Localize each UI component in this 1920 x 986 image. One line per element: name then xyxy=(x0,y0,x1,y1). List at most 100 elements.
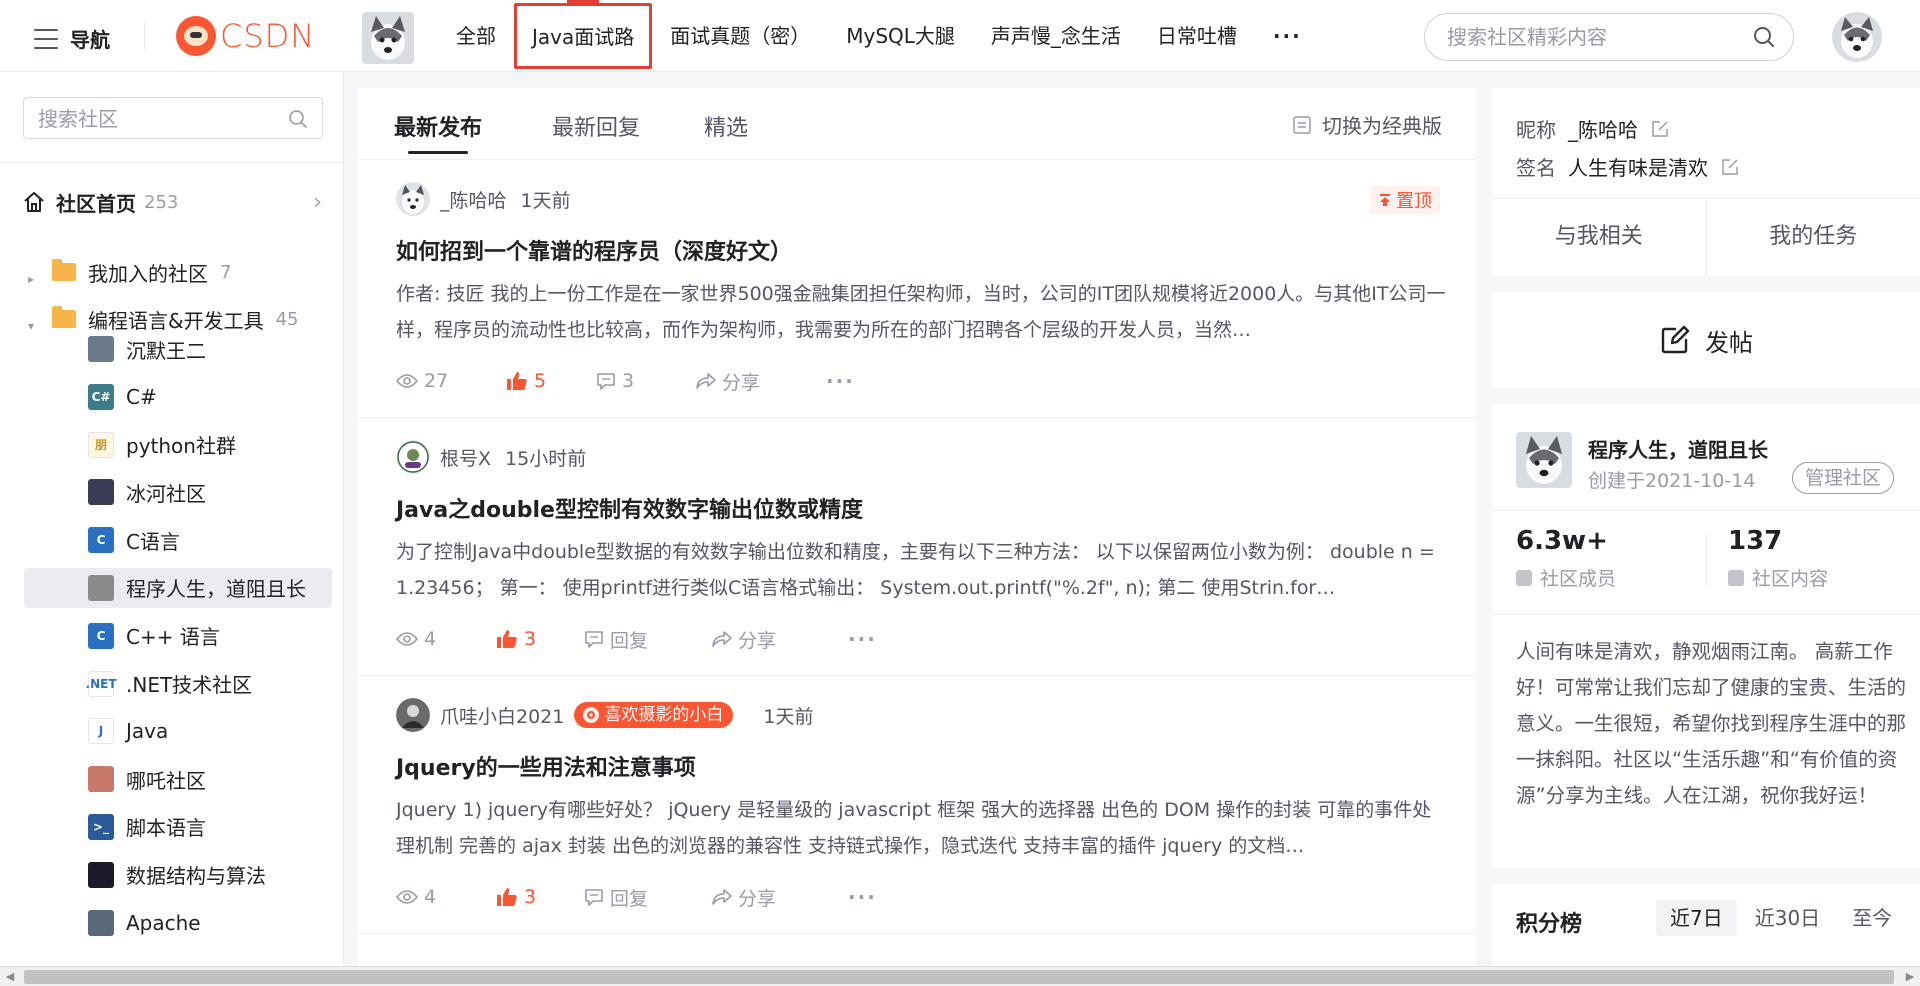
tab-my-tasks[interactable]: 我的任务 xyxy=(1705,199,1920,276)
nickname-value: _陈哈哈 xyxy=(1568,118,1638,142)
sidebar-community-item[interactable]: Apache xyxy=(24,903,332,943)
like-button[interactable]: 3 xyxy=(496,628,584,650)
new-post-button[interactable]: 发帖 xyxy=(1492,292,1920,388)
tab-featured[interactable]: 精选 xyxy=(704,110,748,142)
share-label: 分享 xyxy=(722,371,761,394)
sidebar-community-item[interactable]: J Java xyxy=(24,711,332,751)
nav-toggle[interactable]: 导航 xyxy=(34,24,110,53)
post-title[interactable]: Java之double型控制有效数字输出位数或精度 xyxy=(396,492,863,524)
sidebar-search[interactable] xyxy=(23,97,323,139)
share-button[interactable]: 分享 xyxy=(712,884,848,911)
sidebar-community-item[interactable]: C C++ 语言 xyxy=(24,616,332,656)
post-excerpt[interactable]: 作者: 技匠 我的上一份工作是在一家世界500强金融集团担任架构师，当时，公司的… xyxy=(396,276,1446,348)
sidebar-community-item[interactable]: 哪吒社区 xyxy=(24,759,332,799)
share-button[interactable]: 分享 xyxy=(696,368,826,395)
top-tab[interactable]: Java面试路 xyxy=(514,0,653,69)
community-avatar[interactable] xyxy=(362,12,414,64)
sidebar-search-input[interactable] xyxy=(38,106,278,132)
post-item[interactable]: 根号X 15小时前 Java之double型控制有效数字输出位数或精度 为了控制… xyxy=(358,418,1476,676)
share-icon xyxy=(712,631,732,647)
sidebar-group-count: 7 xyxy=(220,261,232,283)
post-actions: 4 3 回复 分享 ··· xyxy=(396,624,877,654)
folder-icon xyxy=(1728,569,1744,586)
comment-button[interactable]: 3 xyxy=(596,370,696,392)
scroll-left-icon[interactable]: ◀ xyxy=(0,968,20,986)
sidebar-community-item[interactable]: C# C# xyxy=(24,377,332,417)
sidebar-community-label: 哪吒社区 xyxy=(126,768,206,793)
post-excerpt[interactable]: Jquery 1) jquery有哪些好处？ jQuery 是轻量级的 java… xyxy=(396,792,1446,864)
like-button[interactable]: 3 xyxy=(496,886,584,908)
sidebar-community-item[interactable]: 冰河社区 xyxy=(24,472,332,512)
tab-related-to-me[interactable]: 与我相关 xyxy=(1492,199,1706,276)
post-item[interactable]: 爪哇小白2021 喜欢摄影的小白 1天前 Jquery的一些用法和注意事项 Jq… xyxy=(358,676,1476,934)
sidebar-item-home[interactable]: 社区首页 253 › xyxy=(22,182,322,222)
thumbs-up-icon xyxy=(497,630,517,648)
tab-all-time[interactable]: 至今 xyxy=(1838,900,1906,936)
post-title[interactable]: 如何招到一个靠谱的程序员（深度好文） xyxy=(396,234,792,266)
edit-icon[interactable] xyxy=(1720,157,1740,177)
search-icon[interactable] xyxy=(288,109,308,129)
tab-30-days[interactable]: 近30日 xyxy=(1741,900,1834,936)
manage-community-button[interactable]: 管理社区 xyxy=(1792,462,1895,494)
author-avatar[interactable] xyxy=(396,698,430,732)
scrollbar-thumb[interactable] xyxy=(24,970,1894,984)
top-tab[interactable]: MySQL大腿 xyxy=(828,0,973,72)
sidebar-community-item[interactable]: 程序人生，道阻且长 xyxy=(24,567,332,608)
user-avatar[interactable] xyxy=(1832,12,1882,62)
search-icon[interactable] xyxy=(1753,26,1775,48)
sidebar-group-joined[interactable]: ▸ 我加入的社区 7 xyxy=(28,252,328,292)
author-name[interactable]: 爪哇小白2021 xyxy=(440,702,564,729)
horizontal-scrollbar[interactable]: ◀ ▶ xyxy=(0,966,1920,986)
sidebar-community-item[interactable]: 数据结构与算法 xyxy=(24,855,332,895)
more-options-icon[interactable]: ··· xyxy=(848,885,877,909)
home-icon xyxy=(24,192,44,212)
folder-icon xyxy=(52,259,76,281)
thumbs-up-icon xyxy=(507,372,527,390)
chevron-right-icon: › xyxy=(313,189,322,215)
sidebar-community-item[interactable]: 朋 python社群 xyxy=(24,425,332,465)
community-created-date: 创建于2021-10-14 xyxy=(1588,470,1756,492)
sidebar-community-label: C语言 xyxy=(126,529,180,554)
sidebar-community-item[interactable]: 沉默王二 xyxy=(24,329,332,369)
author-avatar[interactable] xyxy=(396,440,430,474)
search-input[interactable] xyxy=(1447,24,1737,50)
csdn-logo[interactable]: CSDN xyxy=(176,16,315,56)
tab-latest[interactable]: 最新发布 xyxy=(394,110,482,154)
reply-label: 回复 xyxy=(610,629,649,652)
top-tab[interactable]: 声声慢_念生活 xyxy=(973,0,1139,72)
post-excerpt[interactable]: 为了控制Java中double型数据的有效数字输出位数和精度，主要有以下三种方法… xyxy=(396,534,1446,606)
edit-icon[interactable] xyxy=(1650,119,1670,139)
community-logo-icon: C# xyxy=(88,383,114,410)
community-logo-icon xyxy=(88,479,114,506)
member-count: 6.3w+ xyxy=(1516,526,1608,556)
signature-value: 人生有味是清欢 xyxy=(1568,156,1708,180)
community-description: 人间有味是清欢，静观烟雨江南。 高薪工作好！可常常让我们忘却了健康的宝贵、生活的… xyxy=(1516,640,1907,807)
like-button[interactable]: 5 xyxy=(506,370,596,392)
sidebar-community-item[interactable]: .NET .NET技术社区 xyxy=(24,664,332,704)
post-item[interactable]: _陈哈哈 1天前 置顶 如何招到一个靠谱的程序员（深度好文） 作者: 技匠 我的… xyxy=(358,160,1476,418)
author-avatar[interactable] xyxy=(396,182,430,216)
community-logo-icon xyxy=(88,766,114,793)
scroll-right-icon[interactable]: ▶ xyxy=(1900,968,1920,986)
tab-more[interactable]: ··· xyxy=(1255,0,1320,72)
reply-button[interactable]: 回复 xyxy=(584,884,712,911)
top-tab[interactable]: 全部 xyxy=(438,0,514,72)
sidebar-community-item[interactable]: C C语言 xyxy=(24,520,332,560)
more-options-icon[interactable]: ··· xyxy=(826,369,855,393)
more-options-icon[interactable]: ··· xyxy=(848,627,877,651)
sidebar-community-item[interactable]: >_ 脚本语言 xyxy=(24,807,332,847)
top-tab[interactable]: 面试真题（密） xyxy=(652,0,828,72)
community-search[interactable] xyxy=(1424,13,1794,61)
tab-7-days[interactable]: 近7日 xyxy=(1656,900,1737,936)
nav-label: 导航 xyxy=(70,28,110,52)
reply-button[interactable]: 回复 xyxy=(584,626,712,653)
post-title[interactable]: Jquery的一些用法和注意事项 xyxy=(396,750,696,782)
sidebar-community-label: Java xyxy=(126,719,169,744)
share-button[interactable]: 分享 xyxy=(712,626,848,653)
tab-latest-reply[interactable]: 最新回复 xyxy=(552,110,640,142)
author-name[interactable]: _陈哈哈 xyxy=(440,186,507,213)
author-name[interactable]: 根号X xyxy=(440,444,491,471)
top-tab[interactable]: 日常吐槽 xyxy=(1139,0,1255,72)
switch-classic-button[interactable]: 切换为经典版 xyxy=(1292,110,1442,139)
community-logo-icon xyxy=(88,861,114,888)
